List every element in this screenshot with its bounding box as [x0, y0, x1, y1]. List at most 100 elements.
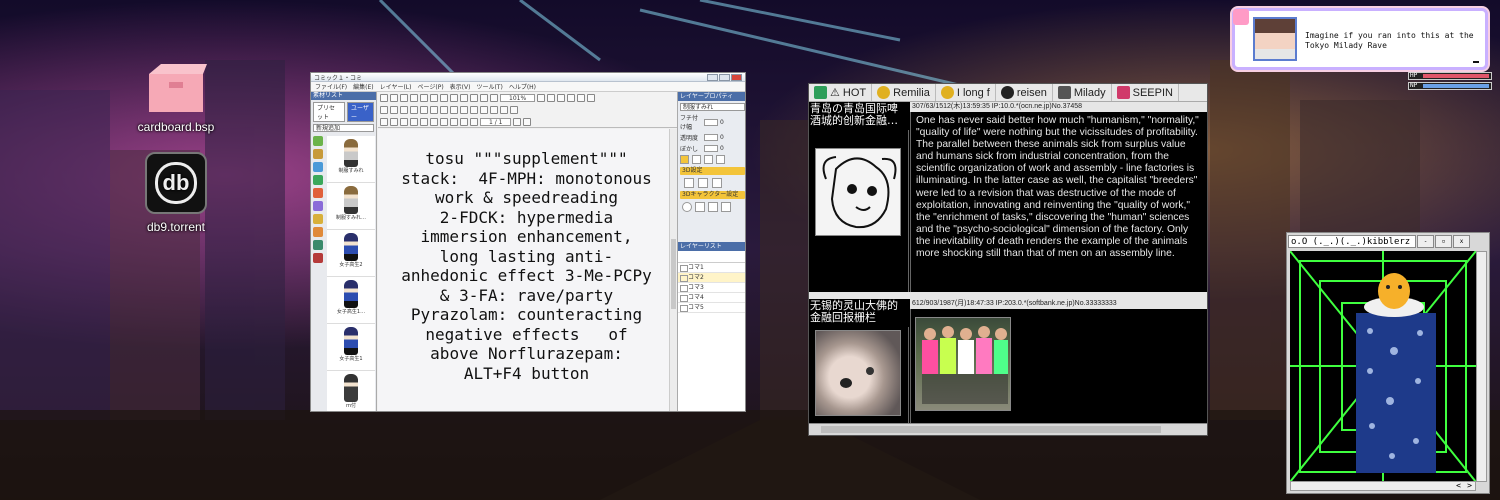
layer-name-field[interactable]: 制服すみれ [680, 103, 745, 111]
tone-icon[interactable] [500, 106, 508, 114]
desktop-icon-cardboard[interactable]: cardboard.bsp [121, 62, 231, 134]
eraser-icon[interactable] [480, 106, 488, 114]
lock-icon[interactable] [692, 155, 701, 164]
print-icon[interactable] [410, 94, 418, 102]
property-input[interactable] [704, 145, 718, 152]
property-input[interactable] [704, 118, 718, 126]
post-image[interactable] [815, 148, 901, 236]
copy-icon[interactable] [450, 94, 458, 102]
ruler-icon[interactable] [577, 94, 586, 102]
comic-canvas[interactable]: tosu """supplement""" stack: 4F-MPH: mon… [378, 129, 675, 411]
frame-icon[interactable] [460, 106, 468, 114]
game-titlebar[interactable]: o.O (._.)(._.)kibblerz :kibblerz: - ▫ x [1287, 233, 1489, 249]
new-icon[interactable] [380, 94, 388, 102]
canvas-scrollbar[interactable] [669, 129, 677, 411]
pose-icon[interactable] [684, 178, 694, 188]
close-button[interactable] [731, 73, 742, 81]
desktop-icon-db9[interactable]: db db9.torrent [121, 152, 231, 234]
layer-item-selected[interactable]: コマ2 [678, 273, 745, 283]
brush-icon[interactable] [470, 106, 478, 114]
text-icon[interactable] [440, 106, 448, 114]
zoom-select[interactable]: 101% [500, 94, 536, 102]
menu-help[interactable]: ヘルプ(H) [509, 82, 536, 91]
star-icon[interactable] [313, 214, 323, 224]
hand-icon[interactable] [390, 118, 398, 126]
export-icon[interactable] [470, 94, 478, 102]
rotate-icon[interactable] [390, 106, 398, 114]
tree-icon[interactable] [313, 175, 323, 185]
person-icon[interactable] [313, 136, 323, 146]
tab-long[interactable]: I long f [936, 84, 996, 101]
ungroup-icon[interactable] [430, 118, 438, 126]
costume-icon[interactable] [721, 202, 731, 212]
menu-page[interactable]: ページ(P) [417, 82, 443, 91]
post-title[interactable]: 青岛の青岛国际啤酒城的创新金融… [809, 102, 909, 128]
select-icon[interactable] [380, 118, 388, 126]
layer-icon[interactable] [510, 106, 518, 114]
menu-view[interactable]: 表示(V) [450, 82, 471, 91]
post-title[interactable]: 无锡的灵山大佛的金融回报栅栏 [809, 299, 909, 325]
menu-edit[interactable]: 編集(E) [353, 82, 373, 91]
list-item[interactable]: 制服すみれ… [327, 186, 375, 230]
menu-layer[interactable]: レイヤー(L) [380, 82, 412, 91]
tab-hot[interactable]: ⚠ HOT [809, 84, 873, 101]
horizontal-scrollbar[interactable] [809, 423, 1207, 435]
cut-icon[interactable] [440, 94, 448, 102]
post-image[interactable] [815, 330, 901, 416]
game-viewport[interactable] [1290, 251, 1476, 482]
scale-icon[interactable] [400, 106, 408, 114]
first-page-icon[interactable] [460, 118, 468, 126]
comic-titlebar[interactable]: コミック１・コミ [311, 73, 745, 82]
minimize-button[interactable] [707, 73, 718, 81]
mask-icon[interactable] [716, 155, 725, 164]
body-icon[interactable] [695, 202, 705, 212]
outline-icon[interactable] [712, 178, 722, 188]
list-item[interactable]: 女子高生1 [327, 327, 375, 371]
minimize-button[interactable]: - [1417, 234, 1434, 248]
camera-icon[interactable] [420, 106, 428, 114]
link-icon[interactable] [704, 155, 713, 164]
section-character-settings[interactable]: 3Dキャラクター設定 [680, 191, 745, 199]
fit-icon[interactable] [557, 94, 566, 102]
flip-icon[interactable] [410, 118, 418, 126]
settings-icon[interactable] [490, 94, 498, 102]
next-page-icon[interactable] [513, 118, 522, 126]
tab-remilia[interactable]: Remilia [872, 84, 936, 101]
pose-icon[interactable] [410, 106, 418, 114]
maximize-button[interactable] [719, 73, 730, 81]
effect-icon[interactable] [313, 201, 323, 211]
section-3d-settings[interactable]: 3D設定 [680, 167, 745, 175]
tab-user[interactable]: ユーザー [346, 102, 374, 122]
face-icon[interactable] [682, 202, 692, 212]
light-icon[interactable] [698, 178, 708, 188]
layer-item[interactable]: コマ1 [678, 263, 745, 273]
menu-tool[interactable]: ツール(T) [476, 82, 502, 91]
align-icon[interactable] [400, 118, 408, 126]
layer-item[interactable]: コマ3 [678, 283, 745, 293]
paste-icon[interactable] [460, 94, 468, 102]
grid-icon[interactable] [567, 94, 576, 102]
close-button[interactable]: x [1453, 234, 1470, 248]
fill-icon[interactable] [490, 106, 498, 114]
hand-icon[interactable] [708, 202, 718, 212]
category-select[interactable]: 新規追加 [313, 124, 374, 132]
list-item[interactable]: 女子高生1… [327, 280, 375, 324]
horizontal-scrollbar[interactable]: < > [1290, 481, 1476, 491]
vertical-scrollbar[interactable] [1476, 251, 1487, 482]
light-icon[interactable] [430, 106, 438, 114]
animal-icon[interactable] [313, 227, 323, 237]
zoom-in-icon[interactable] [537, 94, 546, 102]
building-icon[interactable] [313, 162, 323, 172]
eye-icon[interactable] [680, 155, 689, 164]
plant-icon[interactable] [313, 240, 323, 250]
layer-item[interactable]: コマ4 [678, 293, 745, 303]
tab-preset[interactable]: プリセット [313, 102, 345, 122]
list-item[interactable]: ｍ付 [327, 374, 375, 411]
save-icon[interactable] [400, 94, 408, 102]
list-item[interactable]: 女子高生2 [327, 233, 375, 277]
redo-icon[interactable] [430, 94, 438, 102]
layer-item[interactable]: コマ5 [678, 303, 745, 313]
lock-icon[interactable] [587, 94, 596, 102]
front-icon[interactable] [440, 118, 448, 126]
prev-page-icon[interactable] [470, 118, 478, 126]
